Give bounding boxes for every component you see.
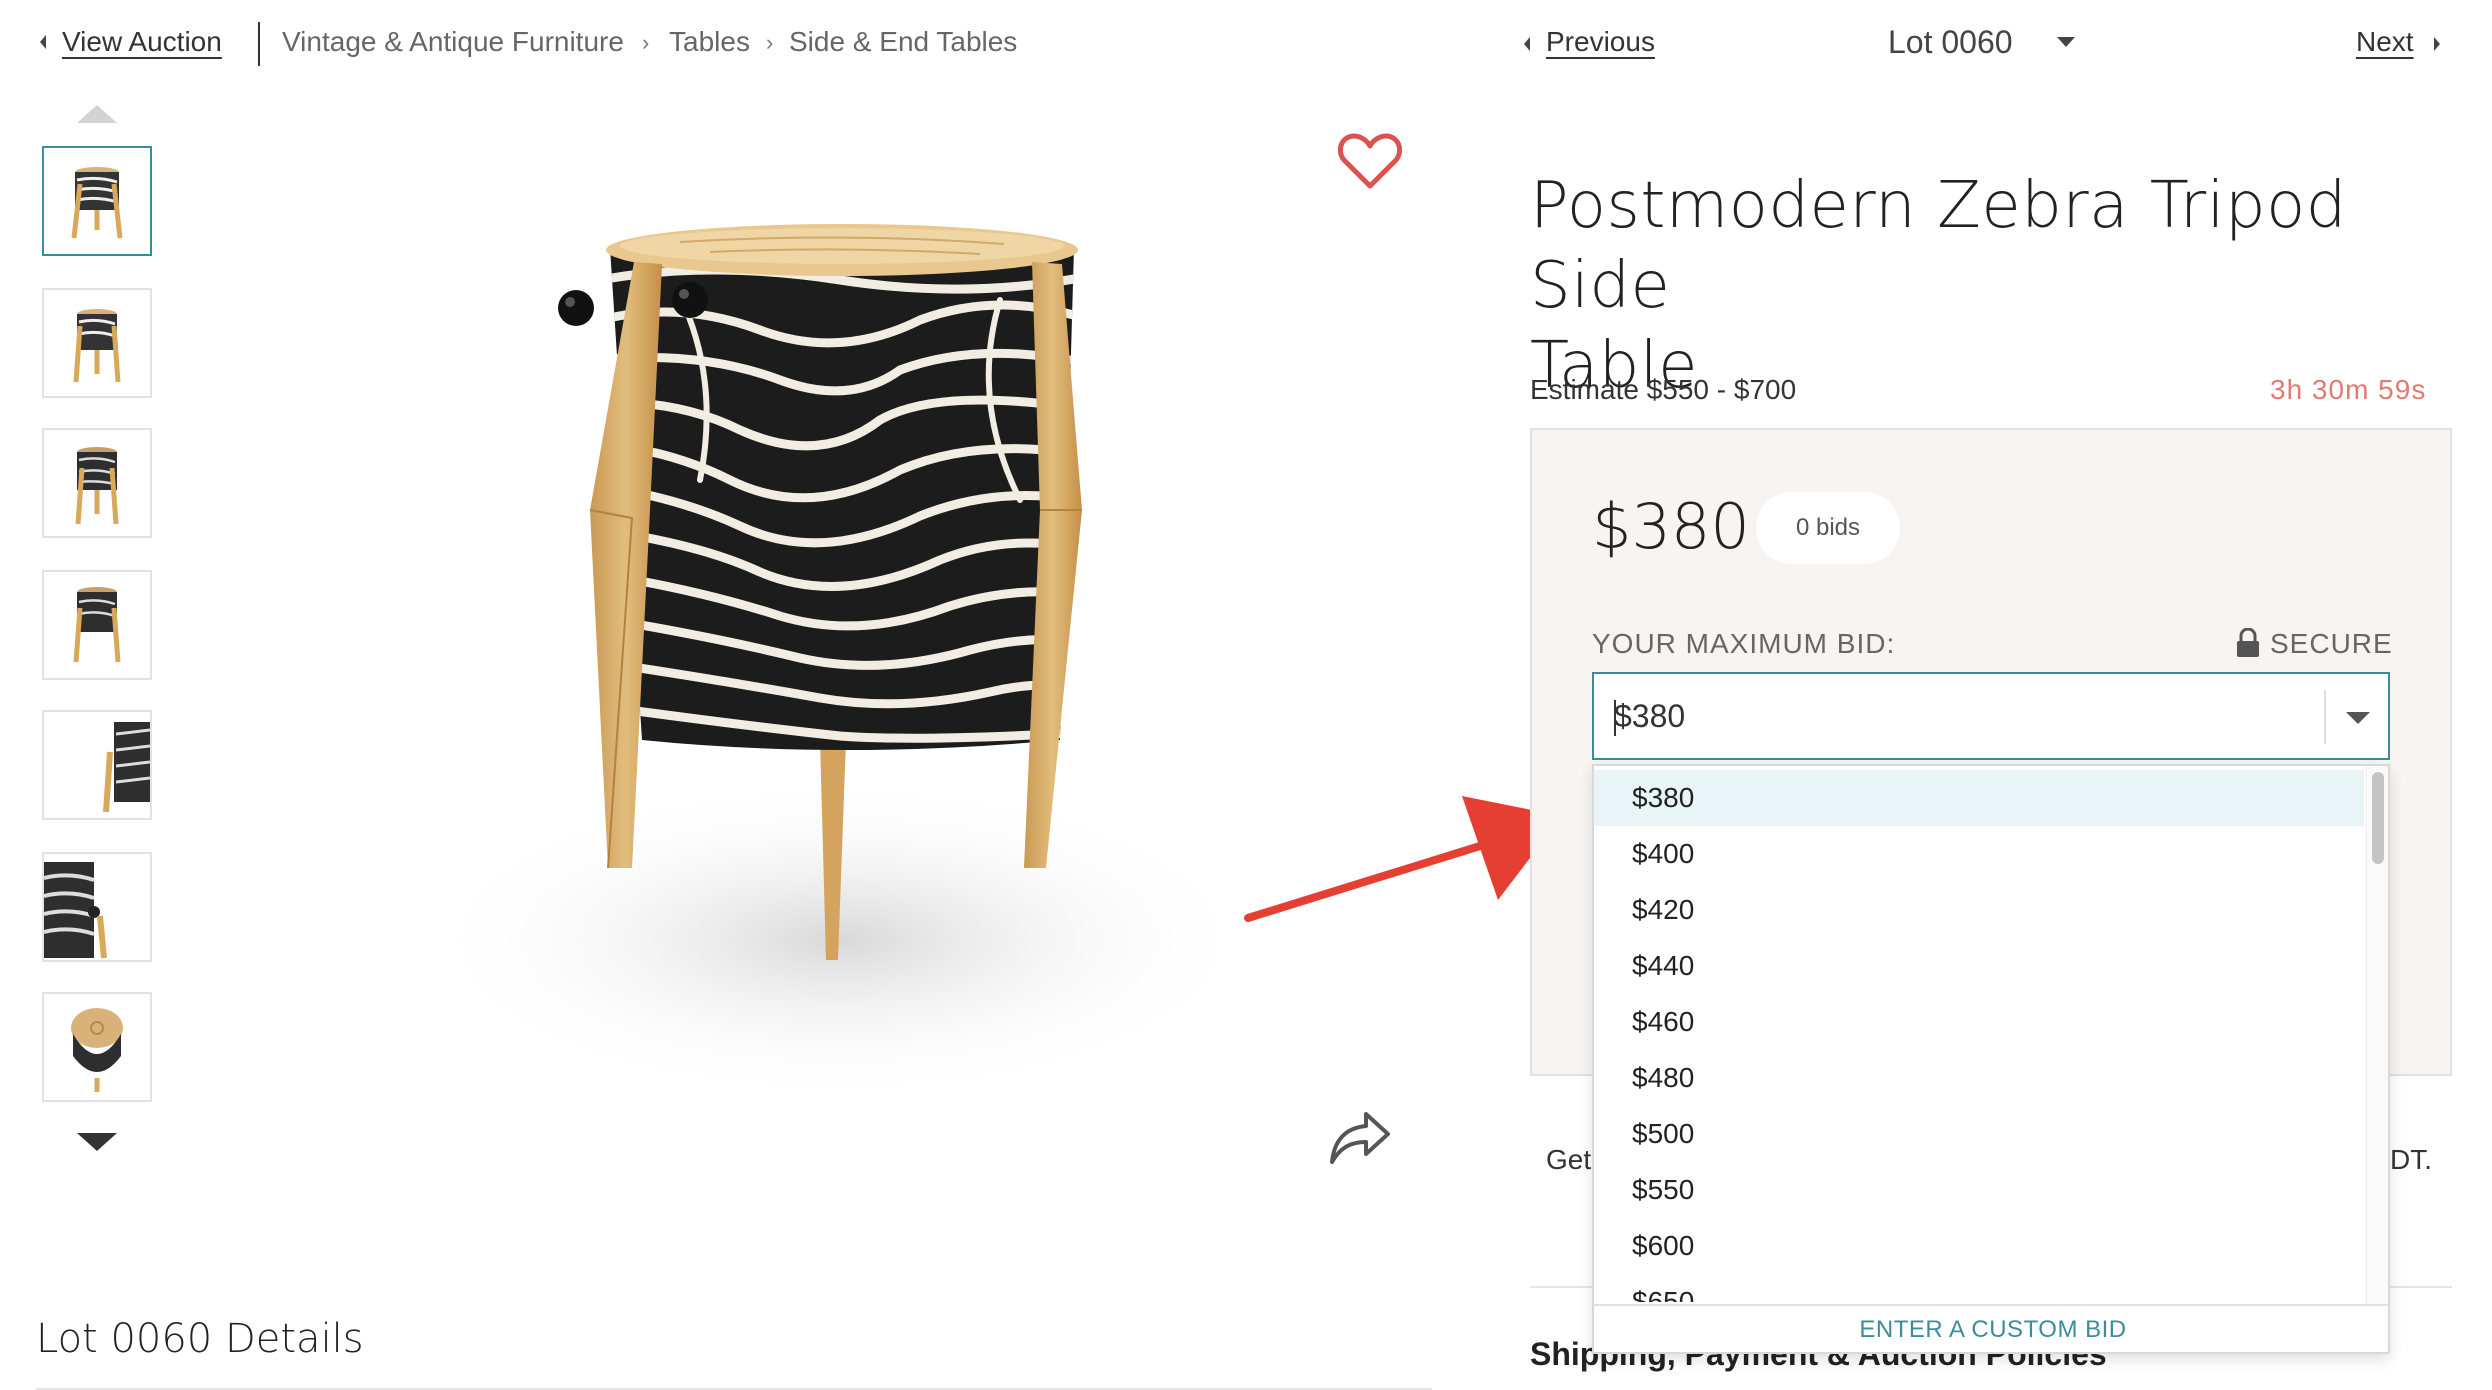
thumbnail-image <box>73 309 121 383</box>
chevron-right-icon <box>2434 37 2440 51</box>
arrow-up-icon[interactable] <box>76 104 118 124</box>
thumbnail[interactable] <box>42 570 152 680</box>
previous-lot-link[interactable]: Previous <box>1546 26 1655 58</box>
lock-icon <box>2237 628 2259 657</box>
max-bid-value: $380 <box>1614 698 1686 734</box>
bid-option[interactable]: $550 <box>1594 1162 2364 1218</box>
lot-selector-label: Lot 0060 <box>1888 24 2013 60</box>
max-bid-select[interactable]: $380 <box>1592 672 2390 760</box>
breadcrumb-vintage-furniture[interactable]: Vintage & Antique Furniture <box>282 26 624 58</box>
next-lot-link[interactable]: Next <box>2356 26 2414 58</box>
product-image <box>420 224 1260 1100</box>
time-remaining: 3h 30m 59s <box>2270 374 2427 405</box>
bid-option[interactable]: $420 <box>1594 882 2364 938</box>
chevron-left-icon <box>1524 37 1530 51</box>
secure-indicator: SECURE <box>2236 624 2396 664</box>
thumbnail-image <box>44 862 107 959</box>
scrollbar-track[interactable] <box>2366 766 2388 1304</box>
thumbnail[interactable] <box>42 146 152 256</box>
arrow-down-icon[interactable] <box>76 1132 118 1152</box>
bids-count-badge: 0 bids <box>1756 492 1900 564</box>
max-bid-label: YOUR MAXIMUM BID: <box>1592 628 1896 659</box>
lot-details-heading: Lot 0060 Details <box>36 1316 364 1362</box>
thumbnail[interactable] <box>42 288 152 398</box>
chevron-left-icon <box>40 35 46 49</box>
estimate: Estimate $550 - $700 <box>1530 374 1797 405</box>
bid-option[interactable]: $380 <box>1594 770 2364 826</box>
bid-option[interactable]: $600 <box>1594 1218 2364 1274</box>
breadcrumb-tables[interactable]: Tables <box>669 26 750 58</box>
breadcrumb-divider <box>258 22 260 66</box>
dropdown-footer-divider <box>1594 1304 2388 1306</box>
thumbnail-image <box>75 447 119 525</box>
bid-options-dropdown: $380 $400 $420 $440 $460 $480 $500 $550 … <box>1592 764 2390 1354</box>
info-text-start: Get <box>1546 1144 1592 1175</box>
breadcrumb-side-end-tables[interactable]: Side & End Tables <box>789 26 1017 58</box>
thumbnail-image <box>71 167 123 239</box>
share-icon[interactable] <box>1326 1108 1392 1166</box>
breadcrumb-chevron-icon: › <box>766 30 774 55</box>
secure-label: SECURE <box>2270 628 2393 659</box>
info-text-end: DT. <box>2390 1144 2432 1175</box>
thumbnail[interactable] <box>42 428 152 538</box>
view-auction-link[interactable]: View Auction <box>62 26 222 58</box>
custom-bid-button[interactable]: ENTER A CUSTOM BID <box>1594 1316 2388 1344</box>
thumbnail-image <box>103 722 150 813</box>
lot-selector[interactable]: Lot 0060 <box>1888 22 2088 66</box>
heart-icon[interactable] <box>1338 132 1402 190</box>
thumbnail-image <box>73 587 121 663</box>
bid-option[interactable]: $460 <box>1594 994 2364 1050</box>
caret-down-icon[interactable] <box>2344 710 2372 726</box>
annotation-arrow <box>1244 796 1562 922</box>
scrollbar-thumb[interactable] <box>2372 772 2384 864</box>
caret-down-icon <box>2057 37 2075 47</box>
lot-title-line: Postmodern Zebra Tripod Side <box>1530 169 2347 323</box>
current-price: $380 <box>1592 490 1750 563</box>
lot-title: Postmodern Zebra Tripod Side Table <box>1530 166 2470 406</box>
thumbnail[interactable] <box>42 852 152 962</box>
bid-option[interactable]: $500 <box>1594 1106 2364 1162</box>
bid-option[interactable]: $650 <box>1594 1274 2364 1302</box>
bid-option[interactable]: $480 <box>1594 1050 2364 1106</box>
breadcrumb: View Auction Vintage & Antique Furniture… <box>36 22 1036 70</box>
breadcrumb-chevron-icon: › <box>642 30 650 55</box>
bid-option[interactable]: $400 <box>1594 826 2364 882</box>
thumbnail[interactable] <box>42 992 152 1102</box>
bid-option[interactable]: $440 <box>1594 938 2364 994</box>
bids-count-label: 0 bids <box>1795 514 1861 541</box>
thumbnail[interactable] <box>42 710 152 820</box>
thumbnail-image <box>71 1008 123 1092</box>
select-divider <box>2324 690 2326 744</box>
